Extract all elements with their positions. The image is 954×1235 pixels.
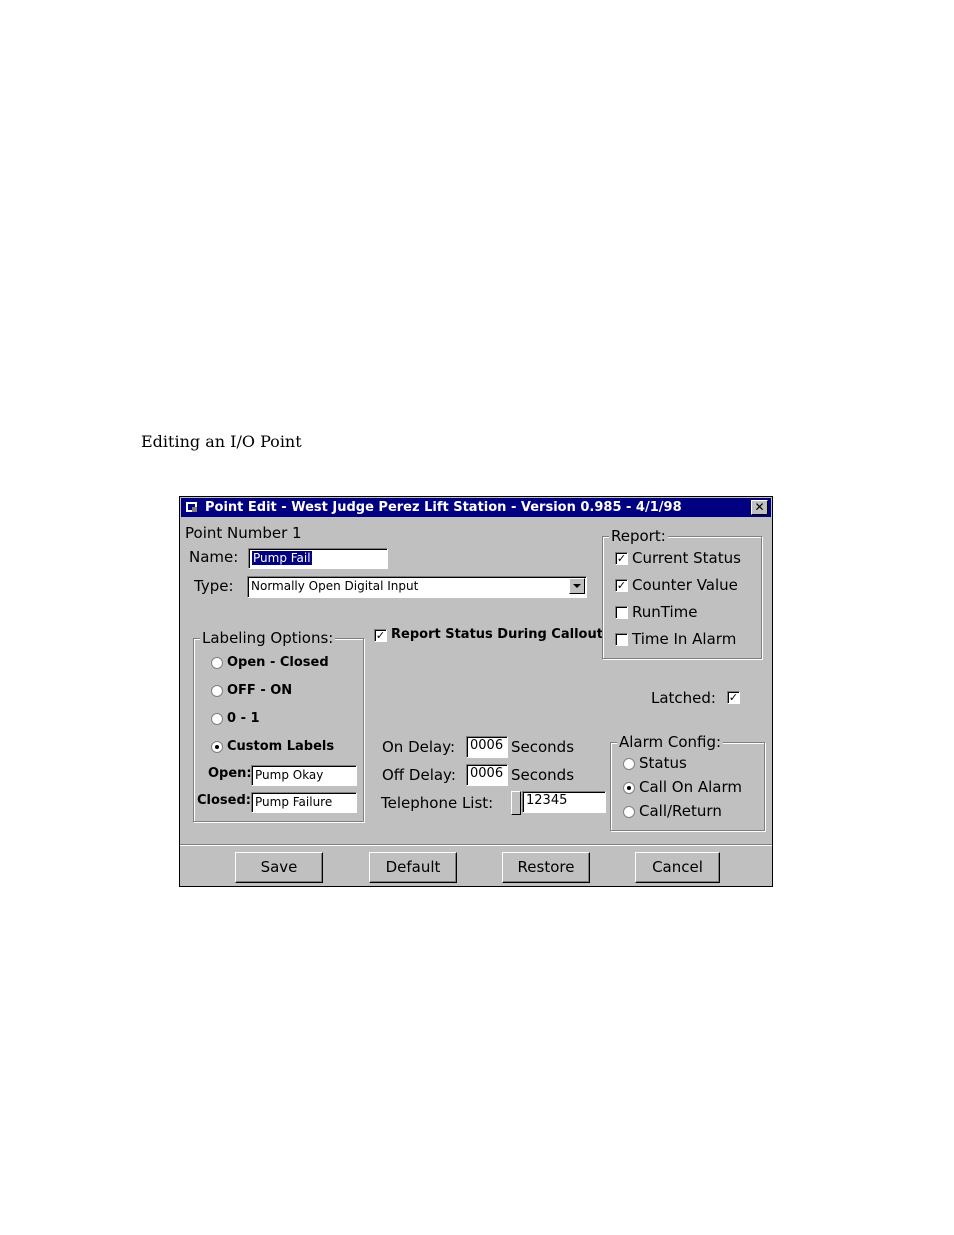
- alarm-status-label: Status: [639, 754, 687, 772]
- name-value: Pump Fail: [252, 551, 312, 565]
- alarm-call-on-alarm-label: Call On Alarm: [639, 778, 742, 796]
- radio-call-return[interactable]: [623, 806, 635, 818]
- latched-label: Latched:: [651, 689, 716, 707]
- radio-call-on-alarm[interactable]: [623, 782, 635, 794]
- close-icon: ✕: [754, 500, 765, 514]
- report-group: Report: ✓ Current Status ✓ Counter Value…: [602, 527, 762, 659]
- alarm-call-return-label: Call/Return: [639, 802, 722, 820]
- counter-value-checkbox[interactable]: ✓: [615, 579, 628, 592]
- on-delay-input[interactable]: 0006: [466, 736, 508, 758]
- alarm-config-group: Alarm Config: Status Call On Alarm Call/…: [610, 733, 765, 831]
- window-title: Point Edit - West Judge Perez Lift Stati…: [205, 500, 682, 515]
- labeling-options-title: Labeling Options:: [200, 629, 336, 647]
- counter-value-label: Counter Value: [632, 576, 738, 594]
- option-custom-labels-label: Custom Labels: [227, 739, 335, 754]
- time-in-alarm-label: Time In Alarm: [632, 630, 737, 648]
- button-separator: [180, 844, 772, 846]
- report-callout-checkbox[interactable]: ✓: [374, 629, 387, 642]
- radio-off-on[interactable]: [211, 685, 223, 697]
- report-title: Report:: [609, 527, 668, 545]
- type-select[interactable]: Normally Open Digital Input: [247, 576, 587, 598]
- off-delay-input[interactable]: 0006: [466, 764, 508, 786]
- option-off-on-label: OFF - ON: [227, 683, 293, 698]
- cancel-button[interactable]: Cancel: [635, 852, 720, 883]
- current-status-label: Current Status: [632, 549, 741, 567]
- open-label: Open:: [208, 766, 252, 781]
- option-open-closed-label: Open - Closed: [227, 655, 329, 670]
- app-icon: [186, 502, 197, 512]
- check-icon: ✓: [616, 552, 627, 565]
- latched-checkbox[interactable]: ✓: [727, 691, 740, 704]
- figure-caption: Editing an I/O Point: [141, 432, 302, 451]
- alarm-config-title: Alarm Config:: [617, 733, 724, 751]
- time-in-alarm-checkbox[interactable]: [615, 633, 628, 646]
- runtime-checkbox[interactable]: [615, 606, 628, 619]
- closed-label: Closed:: [197, 793, 251, 808]
- off-delay-label: Off Delay:: [382, 766, 456, 784]
- telephone-list-input[interactable]: 12345: [522, 791, 606, 813]
- check-icon: ✓: [616, 579, 627, 592]
- radio-zero-one[interactable]: [211, 713, 223, 725]
- close-button[interactable]: ✕: [751, 500, 768, 515]
- restore-button[interactable]: Restore: [502, 852, 590, 883]
- on-delay-unit: Seconds: [511, 738, 575, 756]
- open-label-input[interactable]: Pump Okay: [251, 765, 357, 786]
- labeling-options-group: Labeling Options: Open - Closed OFF - ON…: [193, 629, 364, 822]
- telephone-list-label: Telephone List:: [381, 794, 494, 812]
- radio-status[interactable]: [623, 758, 635, 770]
- radio-custom-labels[interactable]: [211, 741, 223, 753]
- title-bar[interactable]: Point Edit - West Judge Perez Lift Stati…: [181, 498, 771, 517]
- option-zero-one-label: 0 - 1: [227, 711, 260, 726]
- name-input[interactable]: Pump Fail: [248, 548, 388, 569]
- report-callout-label: Report Status During Callout: [391, 627, 603, 642]
- current-status-checkbox[interactable]: ✓: [615, 552, 628, 565]
- check-icon: ✓: [375, 629, 386, 642]
- name-label: Name:: [189, 548, 239, 566]
- type-label: Type:: [194, 577, 234, 595]
- radio-open-closed[interactable]: [211, 657, 223, 669]
- point-number-label: Point Number 1: [185, 524, 302, 542]
- off-delay-value: 0006: [470, 766, 504, 781]
- closed-label-value: Pump Failure: [255, 795, 333, 809]
- default-button[interactable]: Default: [369, 852, 457, 883]
- on-delay-value: 0006: [470, 738, 504, 753]
- on-delay-label: On Delay:: [382, 738, 456, 756]
- type-value: Normally Open Digital Input: [251, 579, 419, 593]
- off-delay-unit: Seconds: [511, 766, 575, 784]
- runtime-label: RunTime: [632, 603, 698, 621]
- closed-label-input[interactable]: Pump Failure: [251, 792, 357, 813]
- save-button[interactable]: Save: [235, 852, 323, 883]
- check-icon: ✓: [728, 691, 739, 704]
- telephone-list-value: 12345: [526, 793, 568, 808]
- open-label-value: Pump Okay: [255, 768, 324, 782]
- telephone-list-spinner[interactable]: [511, 791, 521, 815]
- point-edit-dialog: Point Edit - West Judge Perez Lift Stati…: [179, 496, 773, 887]
- chevron-down-icon[interactable]: [569, 578, 585, 594]
